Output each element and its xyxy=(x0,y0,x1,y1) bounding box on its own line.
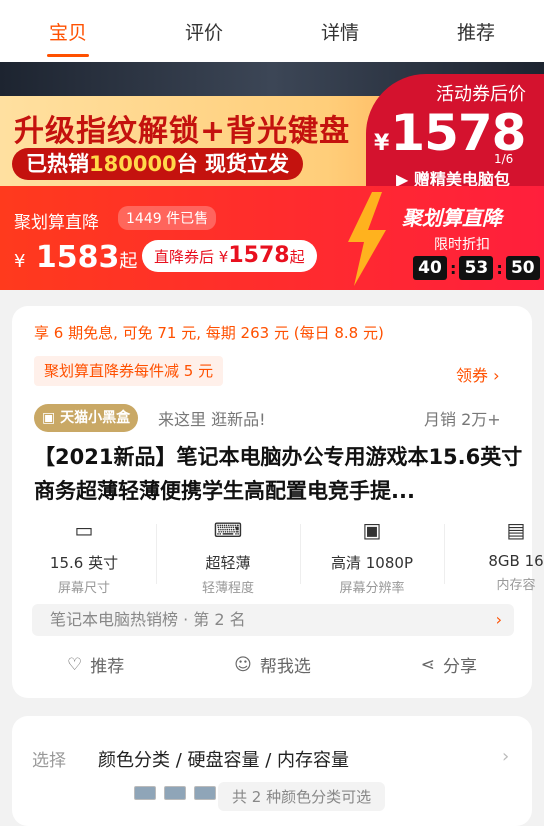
coupon-tag[interactable]: 聚划算直降券每件减 5 元 xyxy=(34,356,224,386)
timer-colon-icon: : xyxy=(496,258,503,278)
memory-icon: ▤ xyxy=(506,518,526,542)
resolution-icon: ▣ xyxy=(362,518,382,542)
tab-reviews[interactable]: 评价 xyxy=(175,18,233,45)
spec-item[interactable]: ▤ 8GB 16 内存容 xyxy=(444,518,544,598)
variant-count: 共 2 种颜色分类可选 xyxy=(218,782,386,811)
timer-hours: 40 xyxy=(413,256,447,280)
coupon-price: 1578 xyxy=(228,243,290,268)
chevron-right-icon: › xyxy=(502,746,510,767)
top-tab-bar: 宝贝 评价 详情 推荐 xyxy=(0,0,544,62)
hero-headline: 升级指纹解锁+背光键盘 xyxy=(14,114,351,149)
lightning-icon xyxy=(348,192,386,286)
monthly-sales: 月销 2万+ xyxy=(424,410,501,429)
badge-title: 活动券后价 xyxy=(436,84,526,105)
coupon-currency: ¥ xyxy=(214,248,229,266)
deal-sold-count: 1449 件已售 xyxy=(118,206,217,230)
spec-value: 超轻薄 xyxy=(205,554,251,572)
heart-icon: ♡ xyxy=(66,654,83,675)
help-me-choose-button[interactable]: ☺ 帮我选 xyxy=(234,652,311,678)
timer-minutes: 53 xyxy=(459,256,494,280)
coupon-price-badge: 活动券后价 ¥1578 1/6 ▶ 赠精美电脑包 xyxy=(366,74,544,186)
share-label: 分享 xyxy=(443,657,478,677)
timer-seconds: 50 xyxy=(505,256,540,280)
coupon-price-pill[interactable]: 直降券后 ¥1578起 xyxy=(142,240,317,272)
tab-item[interactable]: 宝贝 xyxy=(39,18,97,57)
spec-key: 屏幕分辨率 xyxy=(339,581,405,596)
deal-price: ¥ 1583起 xyxy=(14,240,137,275)
spec-item[interactable]: ⌨ 超轻薄轻薄程度 xyxy=(156,518,300,598)
badge-currency: ¥ xyxy=(374,131,389,156)
spec-item[interactable]: ▭ 15.6 英寸 屏幕尺寸 xyxy=(12,518,156,598)
badge-gift: ▶ 赠精美电脑包 xyxy=(396,170,510,186)
recommend-label: 推荐 xyxy=(90,657,125,677)
select-value: 颜色分类 / 硬盘容量 / 内存容量 xyxy=(98,750,350,771)
spec-value: 15.6 英寸 xyxy=(49,554,119,572)
coupon-prefix: 直降券后 xyxy=(154,248,215,266)
sold-number: 180000 xyxy=(89,152,177,176)
installment-info[interactable]: 享 6 期免息, 可免 71 元, 每期 263 元 (每日 8.8 元) xyxy=(34,322,384,343)
spec-key: 屏幕尺寸 xyxy=(57,581,110,596)
rank-text: 笔记本电脑热销榜 · 第 2 名 xyxy=(50,610,246,629)
spec-item[interactable]: ▣ 高清 1080P 屏幕分辨率 xyxy=(300,518,444,598)
limited-time-label: 限时折扣 xyxy=(434,237,490,253)
share-button[interactable]: ⋖ 分享 xyxy=(420,652,478,678)
chevron-right-icon: › xyxy=(495,610,502,629)
store-tip[interactable]: 来这里 逛新品! xyxy=(158,406,266,430)
store-badge-label: 天猫小黑盒 xyxy=(60,410,131,426)
deal-currency: ¥ xyxy=(14,251,26,272)
coupon-suffix: 起 xyxy=(289,248,305,266)
share-icon: ⋖ xyxy=(420,654,436,675)
laptop-icon: ⌨ xyxy=(213,518,243,542)
spec-row[interactable]: ▭ 15.6 英寸 屏幕尺寸 ⌨ 超轻薄轻薄程度 ▣ 高清 1080P 屏幕分辨率 ▤ 8G… xyxy=(12,518,544,598)
timer-colon-icon: : xyxy=(450,258,457,278)
image-pager: 1/6 xyxy=(494,152,514,166)
tab-details[interactable]: 详情 xyxy=(311,18,369,45)
deal-label: 聚划算直降 xyxy=(14,213,99,233)
countdown-timer: 40: 53: 50 xyxy=(413,256,540,280)
sold-suffix: 台 现货立发 xyxy=(176,152,289,176)
store-badge[interactable]: ▣ 天猫小黑盒 xyxy=(34,404,139,432)
spec-key: 内存容 xyxy=(496,578,536,593)
deal-banner: 聚划算直降 1449 件已售 ¥ 1583起 直降券后 ¥1578起 聚划算直降… xyxy=(0,186,544,290)
recommend-button[interactable]: ♡ 推荐 xyxy=(66,652,125,678)
spec-value: 8GB 16 xyxy=(488,552,544,570)
bestseller-rank-bar[interactable]: 笔记本电脑热销榜 · 第 2 名 › xyxy=(32,604,514,636)
color-thumbnail[interactable] xyxy=(134,786,156,800)
sold-prefix: 已热销 xyxy=(26,152,89,176)
screen-icon: ▭ xyxy=(74,518,94,542)
people-icon: ☺ xyxy=(234,654,252,675)
deal-price-suffix: 起 xyxy=(119,251,138,272)
spec-key: 轻薄程度 xyxy=(201,581,254,596)
select-label: 选择 xyxy=(32,751,66,771)
product-info-card: 享 6 期免息, 可免 71 元, 每期 263 元 (每日 8.8 元) 聚划… xyxy=(12,306,544,698)
deal-price-value: 1583 xyxy=(35,240,120,275)
hero-banner[interactable]: 升级指纹解锁+背光键盘 已热销180000台 现货立发 活动券后价 ¥1578 … xyxy=(0,62,544,186)
tab-recommend[interactable]: 推荐 xyxy=(447,18,505,45)
color-thumbnail[interactable] xyxy=(164,786,186,800)
spec-value: 高清 1080P xyxy=(331,554,413,572)
deal-brand-logo: 聚划算直降 xyxy=(402,206,502,230)
color-thumbnail[interactable] xyxy=(194,786,216,800)
action-row: ♡ 推荐 ☺ 帮我选 ⋖ 分享 xyxy=(12,652,532,678)
sold-count-pill: 已热销180000台 现货立发 xyxy=(12,148,303,180)
help-label: 帮我选 xyxy=(259,657,311,677)
product-title: 【2021新品】笔记本电脑办公专用游戏本15.6英寸商务超薄轻薄便携学生高配置电… xyxy=(34,445,523,503)
get-coupon-link[interactable]: 领券 › xyxy=(456,362,500,386)
